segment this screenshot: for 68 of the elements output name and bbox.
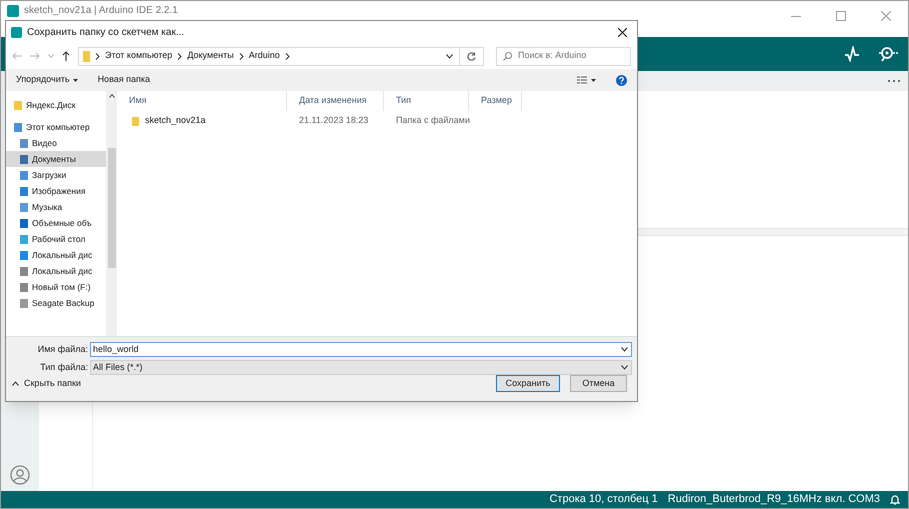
organize-button[interactable]: Упорядочить xyxy=(16,73,78,87)
nav-item[interactable]: Изображения xyxy=(6,183,106,199)
chevron-up-icon xyxy=(108,94,114,98)
chevron-right-icon[interactable] xyxy=(95,52,100,60)
chevron-down-icon xyxy=(621,365,628,370)
caret-icon xyxy=(591,78,596,82)
view-options-button[interactable] xyxy=(577,76,596,84)
nav-item[interactable]: Видео xyxy=(6,135,106,151)
caret-icon xyxy=(72,78,78,82)
hide-folders-button[interactable]: Скрыть папки xyxy=(12,376,81,390)
nav-item[interactable]: Локальный дис xyxy=(6,263,106,279)
nav-item[interactable]: Яндекс.Диск xyxy=(6,97,106,113)
file-type: Папка с файлами xyxy=(395,114,469,128)
nav-item[interactable]: Объемные объ xyxy=(6,215,106,231)
chevron-down-icon[interactable] xyxy=(446,54,453,58)
folder-icon xyxy=(132,116,139,126)
new-folder-button[interactable]: Новая папка xyxy=(98,73,150,87)
maximize-icon xyxy=(836,11,846,21)
cursor-position[interactable]: Строка 10, столбец 1 xyxy=(549,491,658,508)
modified-date: 21.11.2023 18:23 xyxy=(298,114,370,128)
file-type-dropdown[interactable]: All Files (*.*) xyxy=(90,360,632,375)
nav-item[interactable]: Документы xyxy=(6,151,106,167)
column-header[interactable]: Имя xyxy=(117,91,287,111)
scrollbar[interactable] xyxy=(106,91,117,336)
search-field[interactable]: Поиск в: Arduino xyxy=(496,46,631,66)
app-logo-icon xyxy=(7,5,19,17)
help-icon[interactable] xyxy=(616,74,627,86)
refresh-icon xyxy=(467,52,476,60)
cancel-button[interactable]: Отмена xyxy=(570,375,627,392)
folder-icon xyxy=(14,100,22,110)
bell-icon[interactable] xyxy=(890,494,900,505)
account-icon[interactable] xyxy=(10,465,30,485)
nav-item[interactable]: Музыка xyxy=(6,199,106,215)
board-port-label[interactable]: Rudiron_Buterbrod_R9_16MHz вкл. COM3 xyxy=(668,491,880,508)
nav-item[interactable]: Новый том (F:) xyxy=(6,279,106,295)
file-name[interactable]: sketch_nov21a xyxy=(145,114,206,128)
chevron-down-icon[interactable] xyxy=(621,347,628,352)
column-header[interactable]: Тип xyxy=(384,91,469,111)
file-type-label: Тип файла: xyxy=(39,360,88,374)
nav-item[interactable]: Локальный дис xyxy=(6,247,106,263)
serial-plotter-icon[interactable] xyxy=(844,46,860,62)
breadcrumb[interactable]: Документы xyxy=(187,49,234,63)
close-icon xyxy=(618,28,626,36)
dialog-title: Сохранить папку со скетчем как... xyxy=(27,26,184,40)
chevron-right-icon[interactable] xyxy=(238,52,244,60)
folder-icon xyxy=(83,50,90,62)
chevron-up-icon xyxy=(12,381,19,386)
breadcrumb[interactable]: Этот компьютер xyxy=(105,49,172,63)
search-icon xyxy=(503,52,512,60)
column-header[interactable]: Дата изменения xyxy=(287,91,384,111)
file-name-label: Имя файла: xyxy=(36,342,88,356)
app-logo-icon xyxy=(11,26,22,38)
column-header[interactable]: Размер xyxy=(469,91,522,111)
up-arrow-icon[interactable] xyxy=(62,51,70,61)
window-title: sketch_nov21a | Arduino IDE 2.2.1 xyxy=(24,5,178,17)
chevron-right-icon[interactable] xyxy=(177,52,182,60)
nav-item[interactable]: Рабочий стол xyxy=(6,231,106,247)
save-button[interactable]: Сохранить xyxy=(496,375,560,392)
nav-item[interactable]: Загрузки xyxy=(6,167,106,183)
nav-item[interactable]: Этот компьютер xyxy=(6,119,106,135)
chevron-right-icon[interactable] xyxy=(284,52,290,60)
details-view-icon xyxy=(577,76,587,84)
close-icon xyxy=(880,11,890,21)
breadcrumb[interactable]: Arduino xyxy=(248,49,280,63)
serial-monitor-icon[interactable] xyxy=(878,46,898,62)
nav-item[interactable]: Seagate Backup xyxy=(6,295,106,311)
search-input[interactable]: Поиск в: Arduino xyxy=(518,49,630,63)
address-bar[interactable]: Этот компьютер Документы Arduino xyxy=(78,46,484,66)
